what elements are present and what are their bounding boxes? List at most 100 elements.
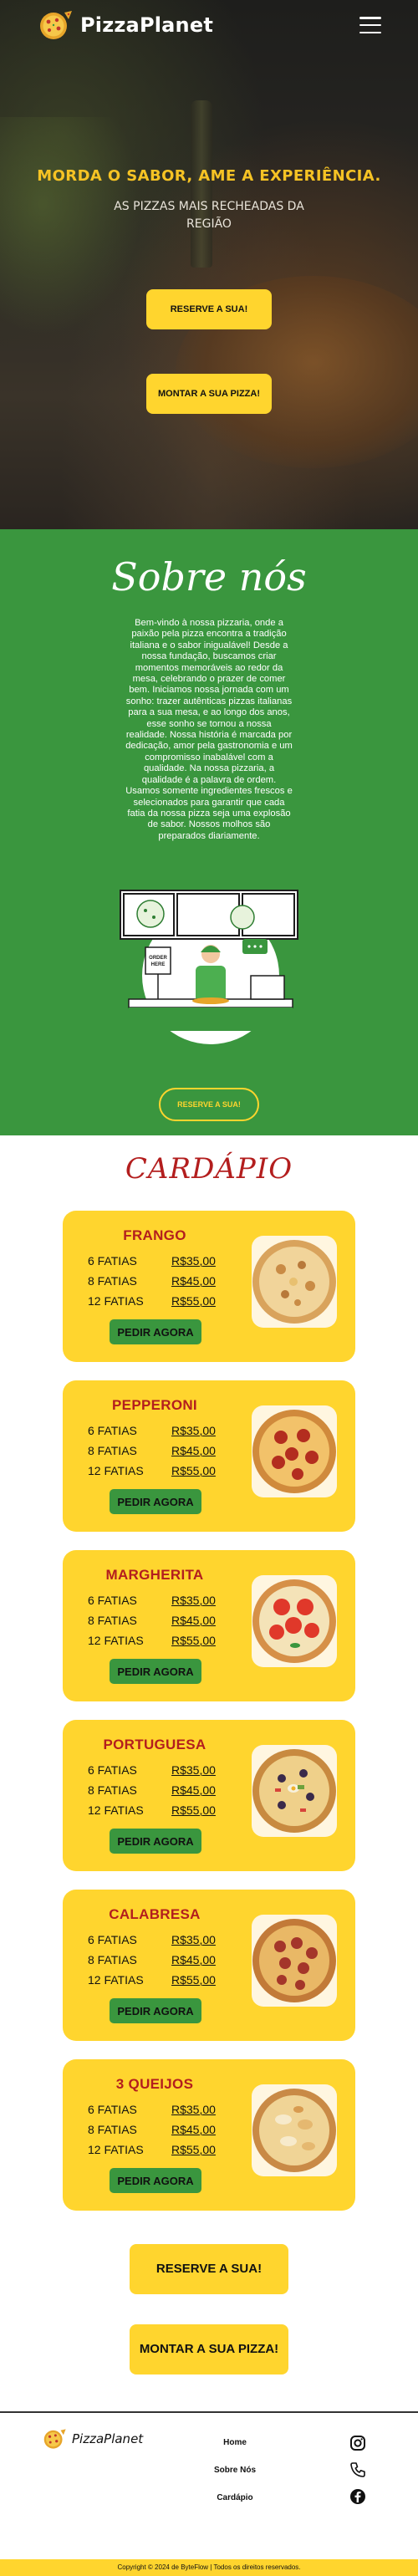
size-label: 8 FATIAS xyxy=(88,1953,137,1966)
order-now-button[interactable]: PEDIR AGORA xyxy=(110,2168,201,2193)
price-row: 6 FATIAS R$35,00 xyxy=(88,1424,222,1437)
pizza-logo-icon xyxy=(43,2429,66,2449)
facebook-icon[interactable] xyxy=(349,2488,366,2505)
price-row: 12 FATIAS R$55,00 xyxy=(88,2143,222,2156)
footer-brand[interactable]: PizzaPlanet xyxy=(42,2428,143,2450)
size-label: 6 FATIAS xyxy=(88,1424,137,1437)
pizza-3-queijos-image xyxy=(252,2084,337,2176)
price-value: R$45,00 xyxy=(171,1783,216,1797)
hero-subtitle: AS PIZZAS MAIS RECHEADAS DA REGIÃO xyxy=(114,200,304,231)
price-value: R$45,00 xyxy=(171,1614,216,1627)
size-label: 8 FATIAS xyxy=(88,2123,137,2136)
hero-section: PizzaPlanet MORDA O SABOR, AME A EXPERIÊ… xyxy=(0,0,418,529)
price-row: 12 FATIAS R$55,00 xyxy=(88,1634,222,1647)
menu-card: PEPPERONI 6 FATIAS R$35,00 8 FATIAS R$45,0… xyxy=(63,1380,355,1532)
pizza-name: MARGHERITA xyxy=(105,1567,204,1583)
brand[interactable]: PizzaPlanet xyxy=(37,9,213,41)
order-now-button[interactable]: PEDIR AGORA xyxy=(110,1659,201,1684)
price-row: 6 FATIAS R$35,00 xyxy=(88,1763,222,1777)
order-now-button[interactable]: PEDIR AGORA xyxy=(110,1319,201,1344)
pizza-name: CALABRESA xyxy=(109,1906,201,1922)
about-reserve-button[interactable]: RESERVE A SUA! xyxy=(159,1088,259,1122)
menu-build-pizza-button[interactable]: MONTAR A SUA PIZZA! xyxy=(130,2324,288,2375)
price-row: 8 FATIAS R$45,00 xyxy=(88,1783,222,1797)
size-label: 12 FATIAS xyxy=(88,1464,144,1477)
footer-link-home[interactable]: Home xyxy=(214,2438,256,2447)
hamburger-line xyxy=(359,23,381,27)
price-value: R$55,00 xyxy=(171,1294,216,1308)
price-value: R$55,00 xyxy=(171,1803,216,1817)
svg-text:ORDER: ORDER xyxy=(149,956,167,961)
price-row: 6 FATIAS R$35,00 xyxy=(88,1254,222,1268)
footer-links: Home Sobre Nós Cardápio xyxy=(214,2438,256,2521)
price-row: 8 FATIAS R$45,00 xyxy=(88,1444,222,1457)
pizza-pepperoni-image xyxy=(252,1405,337,1497)
navbar: PizzaPlanet xyxy=(0,0,418,50)
price-row: 6 FATIAS R$35,00 xyxy=(88,1594,222,1607)
price-value: R$35,00 xyxy=(171,1594,216,1607)
pizza-name: PORTUGUESA xyxy=(103,1737,206,1752)
hero-reserve-button[interactable]: RESERVE A SUA! xyxy=(146,289,272,329)
size-label: 8 FATIAS xyxy=(88,1783,137,1797)
price-value: R$55,00 xyxy=(171,1973,216,1987)
price-row: 12 FATIAS R$55,00 xyxy=(88,1803,222,1817)
size-label: 6 FATIAS xyxy=(88,1594,137,1607)
pizza-counter-illustration: ORDER HERE xyxy=(120,890,298,1045)
brand-name: PizzaPlanet xyxy=(80,13,213,37)
price-value: R$35,00 xyxy=(171,1254,216,1268)
price-value: R$45,00 xyxy=(171,2123,216,2136)
about-text: Bem-vindo à nossa pizzaria, onde a paixã… xyxy=(125,618,293,841)
menu-card: 3 QUEIJOS 6 FATIAS R$35,00 8 FATIAS R$45,0… xyxy=(63,2059,355,2211)
size-label: 6 FATIAS xyxy=(88,1763,137,1777)
size-label: 12 FATIAS xyxy=(88,1803,144,1817)
order-now-button[interactable]: PEDIR AGORA xyxy=(110,1998,201,2023)
price-row: 12 FATIAS R$55,00 xyxy=(88,1294,222,1308)
order-now-button[interactable]: PEDIR AGORA xyxy=(110,1829,201,1854)
size-label: 12 FATIAS xyxy=(88,1634,144,1647)
price-value: R$45,00 xyxy=(171,1444,216,1457)
size-label: 6 FATIAS xyxy=(88,2103,137,2116)
pizza-name: 3 QUEIJOS xyxy=(115,2076,194,2092)
size-label: 12 FATIAS xyxy=(88,2143,144,2156)
size-label: 12 FATIAS xyxy=(88,1973,144,1987)
hamburger-menu-icon[interactable] xyxy=(359,17,381,33)
footer-link-sobre-nos[interactable]: Sobre Nós xyxy=(214,2466,256,2475)
price-value: R$35,00 xyxy=(171,1933,216,1946)
menu-section: CARDÁPIO FRANGO 6 FATIAS R$35,00 8 FATIAS… xyxy=(0,1135,418,2576)
menu-card: MARGHERITA 6 FATIAS R$35,00 8 FATIAS R$45,… xyxy=(63,1550,355,1701)
price-value: R$45,00 xyxy=(171,1274,216,1288)
about-title: Sobre nós xyxy=(111,554,307,599)
price-row: 6 FATIAS R$35,00 xyxy=(88,2103,222,2116)
price-row: 8 FATIAS R$45,00 xyxy=(88,1274,222,1288)
about-section: Sobre nós Bem-vindo à nossa pizzaria, on… xyxy=(0,529,418,1135)
svg-text:HERE: HERE xyxy=(151,962,166,967)
pizza-portuguesa-image xyxy=(252,1745,337,1837)
order-now-button[interactable]: PEDIR AGORA xyxy=(110,1489,201,1514)
menu-card: FRANGO 6 FATIAS R$35,00 8 FATIAS R$45,00 1… xyxy=(63,1211,355,1362)
menu-reserve-button[interactable]: RESERVE A SUA! xyxy=(130,2244,288,2294)
menu-card: PORTUGUESA 6 FATIAS R$35,00 8 FATIAS R$45,… xyxy=(63,1720,355,1871)
size-label: 12 FATIAS xyxy=(88,1294,144,1308)
size-label: 8 FATIAS xyxy=(88,1614,137,1627)
price-row: 6 FATIAS R$35,00 xyxy=(88,1933,222,1946)
price-value: R$35,00 xyxy=(171,1763,216,1777)
instagram-icon[interactable] xyxy=(349,2435,366,2451)
footer-brand-name: PizzaPlanet xyxy=(72,2431,144,2446)
price-value: R$55,00 xyxy=(171,1634,216,1647)
menu-title: CARDÁPIO xyxy=(125,1152,293,1186)
size-label: 8 FATIAS xyxy=(88,1274,137,1288)
pizza-name: FRANGO xyxy=(123,1227,186,1243)
price-value: R$45,00 xyxy=(171,1953,216,1966)
hero-content: MORDA O SABOR, AME A EXPERIÊNCIA. AS PIZ… xyxy=(0,167,418,414)
size-label: 8 FATIAS xyxy=(88,1444,137,1457)
pizza-frango-image xyxy=(252,1236,337,1328)
footer-link-cardapio[interactable]: Cardápio xyxy=(214,2493,256,2502)
footer-social-icons xyxy=(349,2435,366,2505)
phone-icon[interactable] xyxy=(349,2461,366,2478)
hero-build-pizza-button[interactable]: MONTAR A SUA PIZZA! xyxy=(146,374,272,414)
price-row: 8 FATIAS R$45,00 xyxy=(88,1953,222,1966)
hamburger-line xyxy=(359,17,381,19)
price-value: R$35,00 xyxy=(171,1424,216,1437)
pizza-margherita-image xyxy=(252,1575,337,1667)
pizza-name: PEPPERONI xyxy=(112,1397,197,1413)
